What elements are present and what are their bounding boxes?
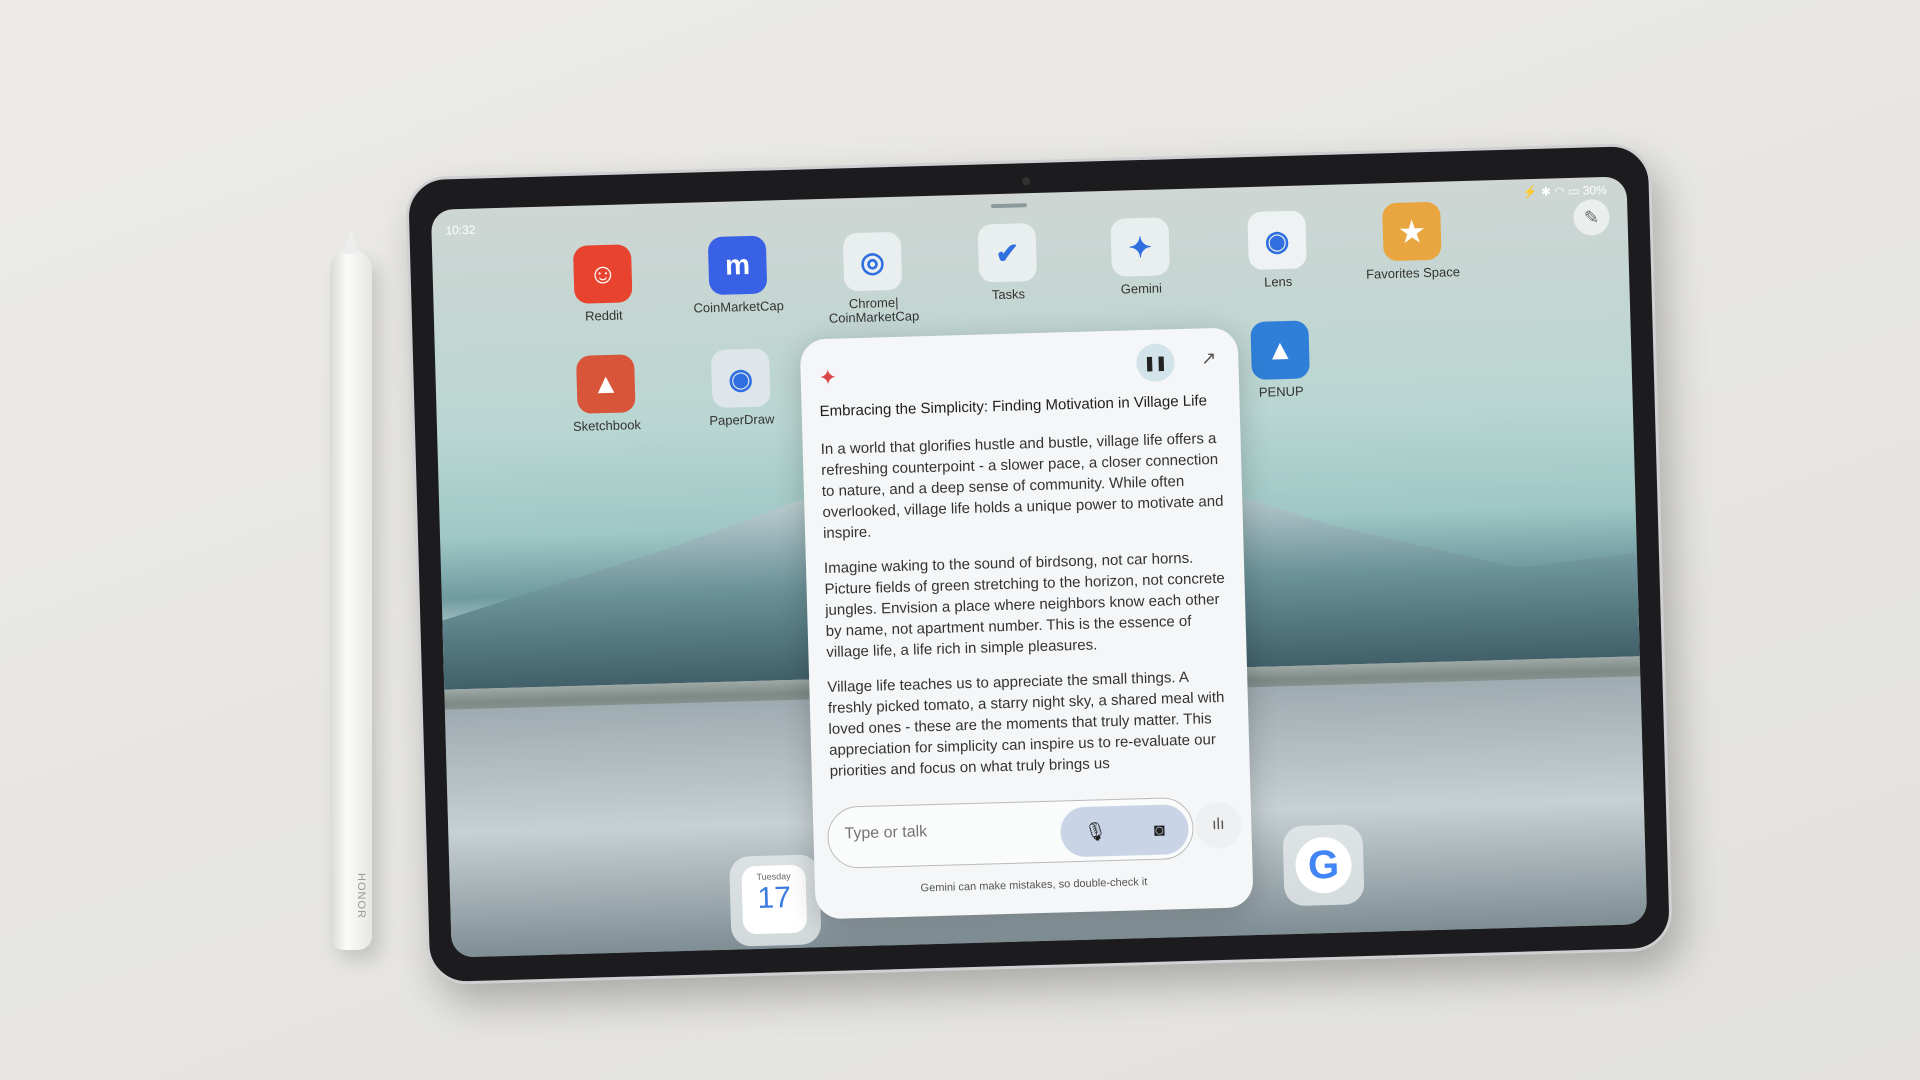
dock-calendar[interactable]: Tuesday 17 — [729, 854, 822, 947]
response-paragraph: Village life teaches us to appreciate th… — [827, 668, 1225, 780]
pause-button[interactable]: ❚❚ — [1135, 343, 1175, 383]
lens-icon: ◉ — [1247, 210, 1307, 271]
battery-level: 30% — [1582, 183, 1607, 198]
calendar-date: 17 — [757, 881, 792, 915]
google-icon: G — [1294, 836, 1353, 894]
app-chrome-coinmarketcap[interactable]: ◎ Chrome| CoinMarketCap — [812, 231, 935, 326]
gemini-icon: ✦ — [1110, 217, 1170, 277]
response-paragraph: Imagine waking to the sound of birdsong,… — [823, 549, 1225, 661]
disclaimer: Gemini can make mistakes, so double-chec… — [920, 876, 1148, 895]
drag-handle[interactable] — [990, 203, 1028, 209]
calendar-icon: Tuesday 17 — [741, 864, 808, 935]
response-body[interactable]: In a world that glorifies hustle and bus… — [820, 428, 1232, 799]
dock-google[interactable]: G — [1282, 824, 1365, 907]
stylus-brand: HONOR — [354, 873, 367, 919]
app-paperdraw[interactable]: ◉ PaperDraw — [680, 348, 802, 429]
app-label: PaperDraw — [709, 411, 775, 429]
app-label: Chrome| CoinMarketCap — [828, 294, 920, 326]
camera-icon[interactable]: ◙ — [1154, 819, 1165, 840]
tablet: 10:32 ⚡ ✱ ◠ ▭ 30% ✎ ☺ Reddit m CoinMarketCa… — [404, 142, 1674, 986]
app-lens[interactable]: ◉ Lens — [1216, 210, 1338, 291]
prompt-field[interactable]: 🎙 ◙ — [826, 796, 1195, 869]
app-sketchbook[interactable]: ▲ Sketchbook — [545, 353, 667, 434]
stylus: HONOR — [330, 230, 372, 950]
prompt-input[interactable] — [844, 819, 1045, 844]
microphone-icon[interactable]: 🎙 — [1084, 821, 1107, 843]
app-label: Tasks — [991, 286, 1026, 303]
reddit-icon: ☺ — [572, 244, 633, 304]
status-icons: ⚡ ✱ ◠ ▭ 30% — [1522, 183, 1607, 200]
tasks-icon: ✔ — [977, 222, 1038, 283]
app-label: Lens — [1263, 273, 1293, 290]
response-title: Embracing the Simplicity: Finding Motiva… — [819, 392, 1208, 421]
app-favorites-space[interactable]: ★ Favorites Space — [1351, 201, 1473, 282]
gemini-overlay: ✦ ❚❚ ↗ Embracing the Simplicity: Finding… — [799, 327, 1254, 920]
penup-icon: ▲ — [1250, 320, 1310, 380]
app-coinmarketcap[interactable]: m CoinMarketCap — [677, 235, 799, 316]
open-external-icon[interactable]: ↗ — [1201, 348, 1217, 369]
response-paragraph: In a world that glorifies hustle and bus… — [820, 430, 1224, 543]
app-reddit[interactable]: ☺ Reddit — [542, 243, 664, 324]
app-label: Reddit — [584, 307, 623, 324]
app-label: Gemini — [1120, 280, 1163, 297]
app-gemini[interactable]: ✦ Gemini — [1079, 216, 1201, 297]
app-label: Favorites Space — [1365, 264, 1461, 282]
app-label: Sketchbook — [572, 417, 642, 434]
favorites-icon: ★ — [1382, 201, 1442, 262]
gemini-live-icon[interactable]: ılı — [1194, 801, 1242, 849]
home-screen: 10:32 ⚡ ✱ ◠ ▭ 30% ✎ ☺ Reddit m CoinMarketCa… — [430, 176, 1648, 958]
coinmarketcap-icon: m — [707, 235, 768, 296]
status-time: 10:32 — [445, 222, 476, 238]
app-tasks[interactable]: ✔ Tasks — [947, 222, 1069, 303]
app-label: CoinMarketCap — [693, 298, 785, 316]
front-camera — [1022, 177, 1031, 186]
sketchbook-icon: ▲ — [576, 354, 636, 414]
edit-pencil-icon[interactable]: ✎ — [1573, 198, 1611, 236]
input-actions: 🎙 ◙ — [1059, 803, 1190, 858]
chrome-coinmarketcap-pair-icon: ◎ — [842, 231, 903, 292]
paperdraw-icon: ◉ — [710, 348, 771, 409]
gemini-spark-icon: ✦ — [818, 364, 838, 391]
